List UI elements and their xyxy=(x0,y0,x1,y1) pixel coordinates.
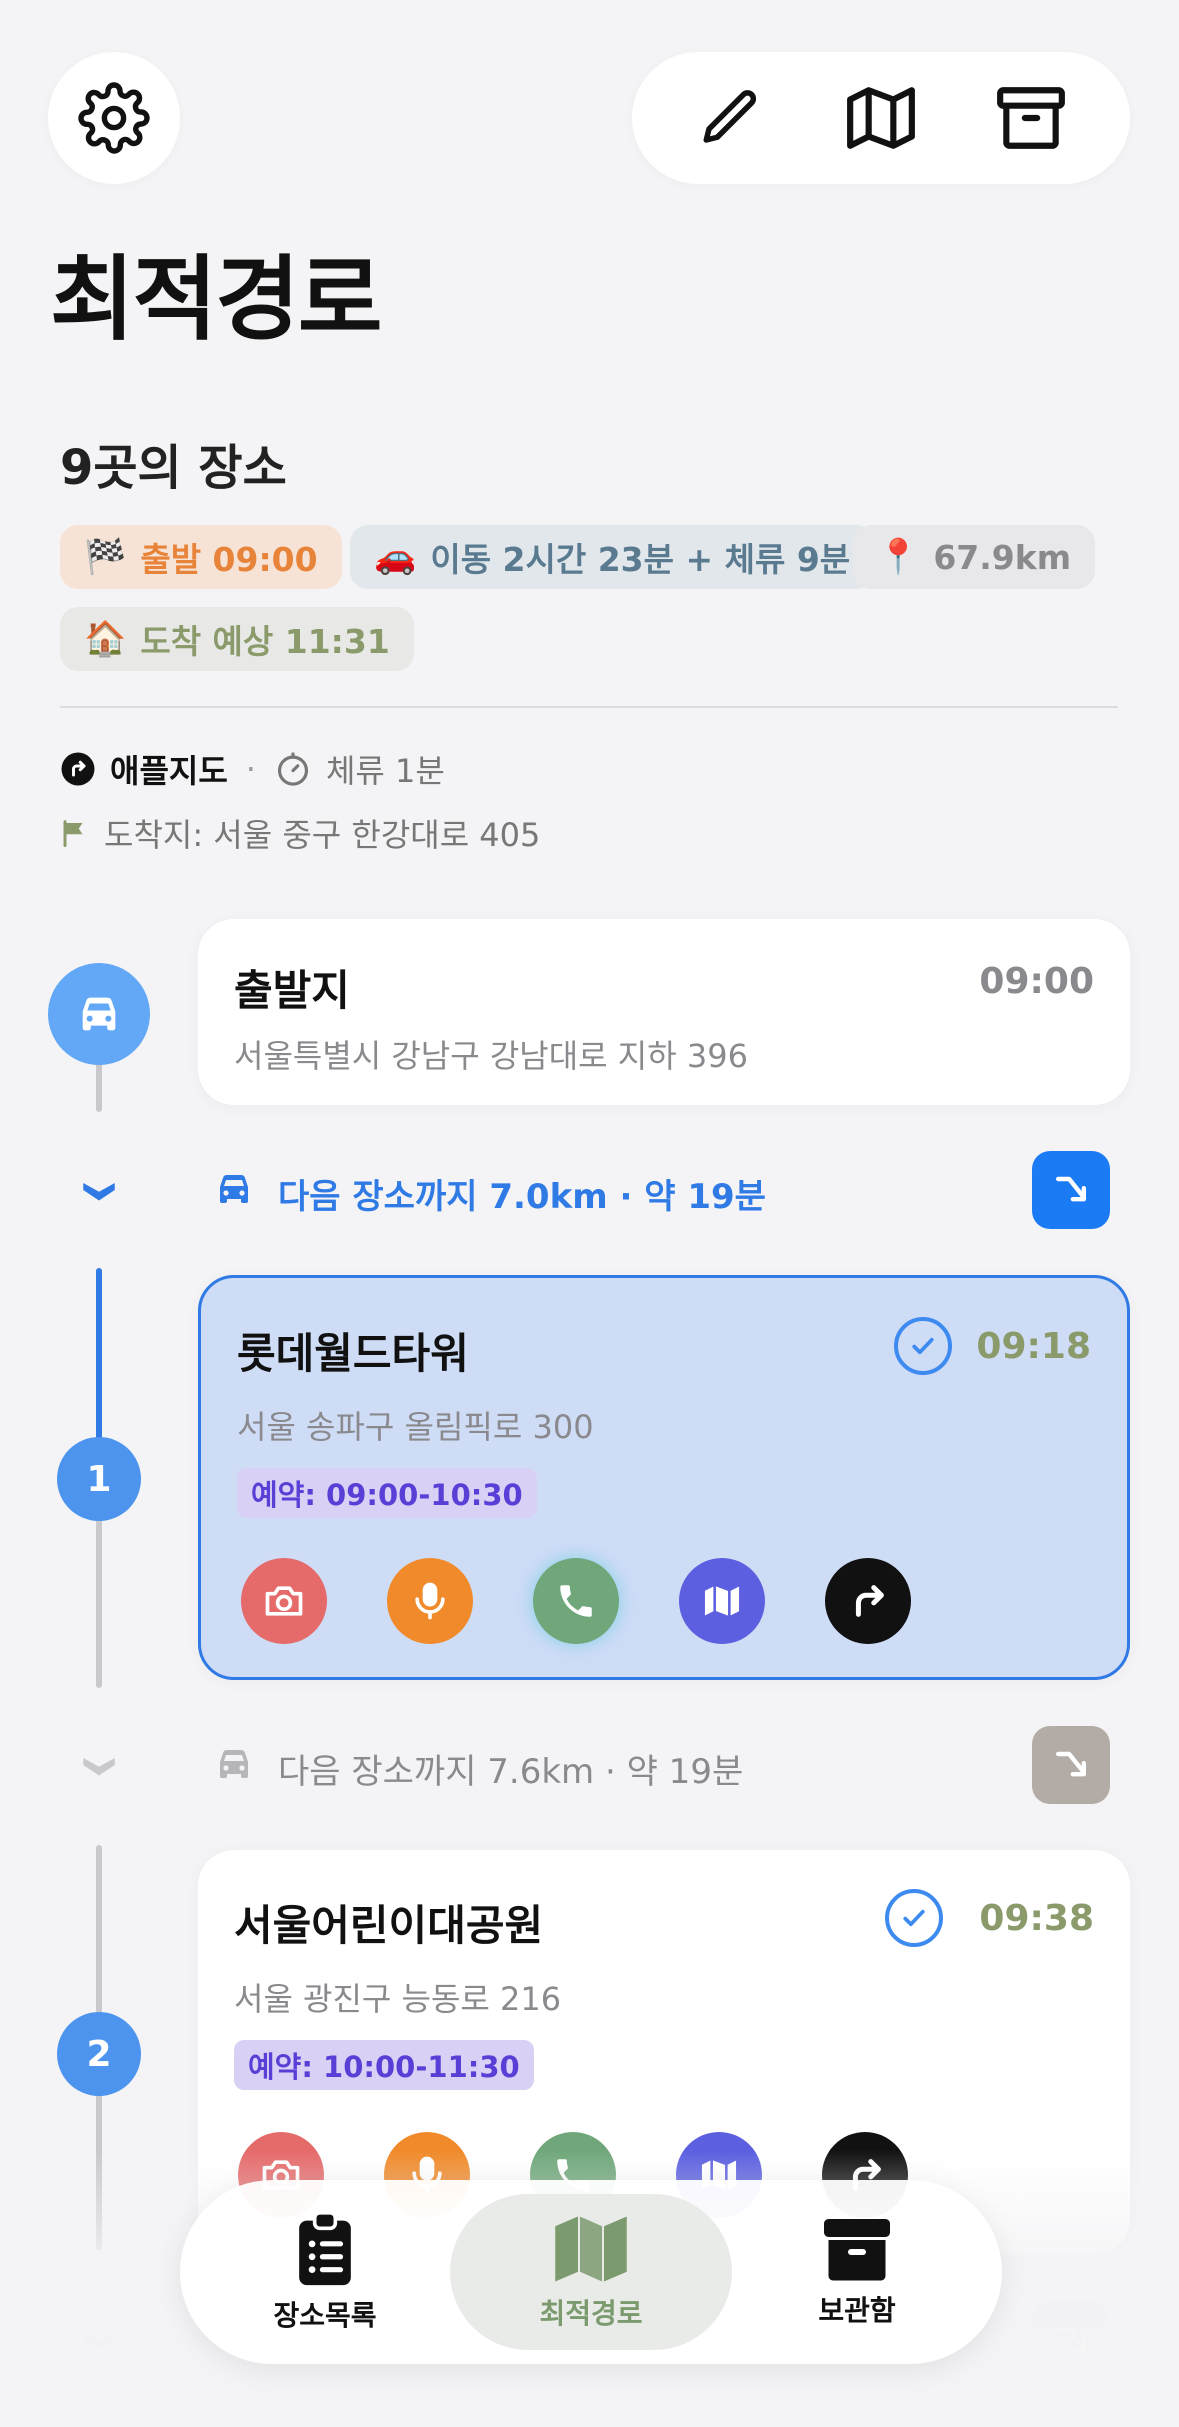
leg-2-text: 다음 장소까지 7.6km · 약 19분 xyxy=(278,1752,744,1792)
stop-1-voice-button[interactable] xyxy=(387,1558,473,1644)
page-title: 최적경로 xyxy=(50,246,383,353)
top-toolbar xyxy=(632,52,1130,184)
edit-button[interactable] xyxy=(676,63,786,173)
camera-icon xyxy=(265,1586,303,1616)
house-icon: 🏠 xyxy=(84,619,127,659)
stop-1-address: 서울 송파구 올림픽로 300 xyxy=(237,1408,594,1446)
start-name: 출발지 xyxy=(234,966,350,1015)
chip-start-time: 🏁 출발 09:00 xyxy=(60,525,342,589)
archive-button[interactable] xyxy=(976,63,1086,173)
timeline-line xyxy=(96,1508,102,1688)
car-icon xyxy=(220,1175,248,1203)
map-button[interactable] xyxy=(826,63,936,173)
map-app-label[interactable]: 애플지도 xyxy=(110,746,228,792)
directions-icon xyxy=(61,752,95,786)
map-app-row: 애플지도 · 체류 1분 xyxy=(60,746,445,792)
stop-1-map-button[interactable] xyxy=(679,1558,765,1644)
leg-2: 다음 장소까지 7.6km · 약 19분 xyxy=(0,1720,1179,1810)
stop-2-check-button[interactable] xyxy=(885,1889,943,1947)
map-icon xyxy=(847,87,915,149)
flag-icon xyxy=(63,820,83,847)
stop-1-camera-button[interactable] xyxy=(241,1558,327,1644)
checkered-flag-icon: 🏁 xyxy=(84,537,127,577)
tab-label: 장소목록 xyxy=(273,2299,377,2332)
car-icon xyxy=(82,997,116,1031)
stay-duration: 체류 1분 xyxy=(325,752,445,790)
chevron-down-icon[interactable] xyxy=(78,1169,120,1211)
timeline-line xyxy=(96,1845,102,2015)
map-icon xyxy=(702,1583,742,1619)
stop-2-address: 서울 광진구 능동로 216 xyxy=(234,1980,562,2018)
tab-optimal-route[interactable]: 최적경로 xyxy=(466,2180,716,2364)
clipboard-list-icon xyxy=(299,2211,351,2286)
start-card[interactable]: 출발지 09:00 서울특별시 강남구 강남대로 지하 396 xyxy=(198,919,1130,1105)
stop-1-card[interactable]: 롯데월드타워 09:18 서울 송파구 올림픽로 300 예약: 09:00-1… xyxy=(198,1275,1130,1680)
leg-1: 다음 장소까지 7.0km · 약 19분 xyxy=(0,1145,1179,1235)
turn-right-icon xyxy=(855,1585,884,1617)
stop-2-reservation: 예약: 10:00-11:30 xyxy=(234,2040,534,2090)
destination-row: 도착지: 서울 중구 한강대로 405 xyxy=(60,810,540,856)
turn-icon xyxy=(1055,1751,1087,1777)
stop-1-navigate-button[interactable] xyxy=(825,1558,911,1644)
microphone-icon xyxy=(415,1582,445,1620)
stop-1-name: 롯데월드타워 xyxy=(237,1329,469,1378)
start-time: 09:00 xyxy=(979,961,1094,1002)
car-icon xyxy=(220,1750,248,1778)
stop-1-check-button[interactable] xyxy=(894,1317,952,1375)
tab-label: 보관함 xyxy=(818,2294,896,2327)
leg-1-text: 다음 장소까지 7.0km · 약 19분 xyxy=(278,1177,766,1217)
leg-1-directions-button[interactable] xyxy=(1032,1151,1110,1229)
chip-arrival: 🏠 도착 예상 11:31 xyxy=(60,607,414,671)
turn-icon xyxy=(1055,1176,1087,1202)
gear-icon xyxy=(78,82,150,154)
checkmark-icon xyxy=(903,1909,925,1927)
place-count: 9곳의 장소 xyxy=(60,440,287,496)
map-icon xyxy=(555,2216,627,2282)
divider xyxy=(60,706,1118,708)
leg-2-directions-button[interactable] xyxy=(1032,1726,1110,1804)
phone-icon xyxy=(560,1585,592,1617)
tab-label: 최적경로 xyxy=(539,2297,643,2330)
destination-text: 도착지: 서울 중구 한강대로 405 xyxy=(104,816,541,854)
pencil-icon xyxy=(703,90,757,143)
start-marker xyxy=(48,963,150,1065)
tab-place-list[interactable]: 장소목록 xyxy=(200,2180,450,2364)
checkmark-icon xyxy=(912,1337,934,1355)
stop-1-call-button[interactable] xyxy=(533,1558,619,1644)
stop-2-marker: 2 xyxy=(57,2012,141,2096)
stop-2-name: 서울어린이대공원 xyxy=(234,1901,544,1950)
archive-box-icon xyxy=(997,87,1065,149)
tab-archive[interactable]: 보관함 xyxy=(732,2180,982,2364)
stop-1-time: 09:18 xyxy=(976,1326,1091,1367)
timeline-line xyxy=(96,1060,102,1112)
car-icon: 🚗 xyxy=(374,537,417,577)
start-address: 서울특별시 강남구 강남대로 지하 396 xyxy=(234,1037,748,1075)
tab-bar: 장소목록 최적경로 보관함 xyxy=(180,2180,1002,2364)
stop-1-marker: 1 xyxy=(57,1437,141,1521)
stop-2-time: 09:38 xyxy=(979,1898,1094,1939)
chip-travel-time: 🚗 이동 2시간 23분 + 체류 9분 xyxy=(350,525,875,589)
chevron-down-icon[interactable] xyxy=(78,1744,120,1786)
settings-button[interactable] xyxy=(48,52,180,184)
timer-icon xyxy=(277,752,308,786)
archive-box-icon xyxy=(824,2219,890,2281)
stop-1-reservation: 예약: 09:00-10:30 xyxy=(237,1468,537,1518)
pin-icon: 📍 xyxy=(877,537,920,577)
chip-distance: 📍 67.9km xyxy=(853,525,1096,589)
